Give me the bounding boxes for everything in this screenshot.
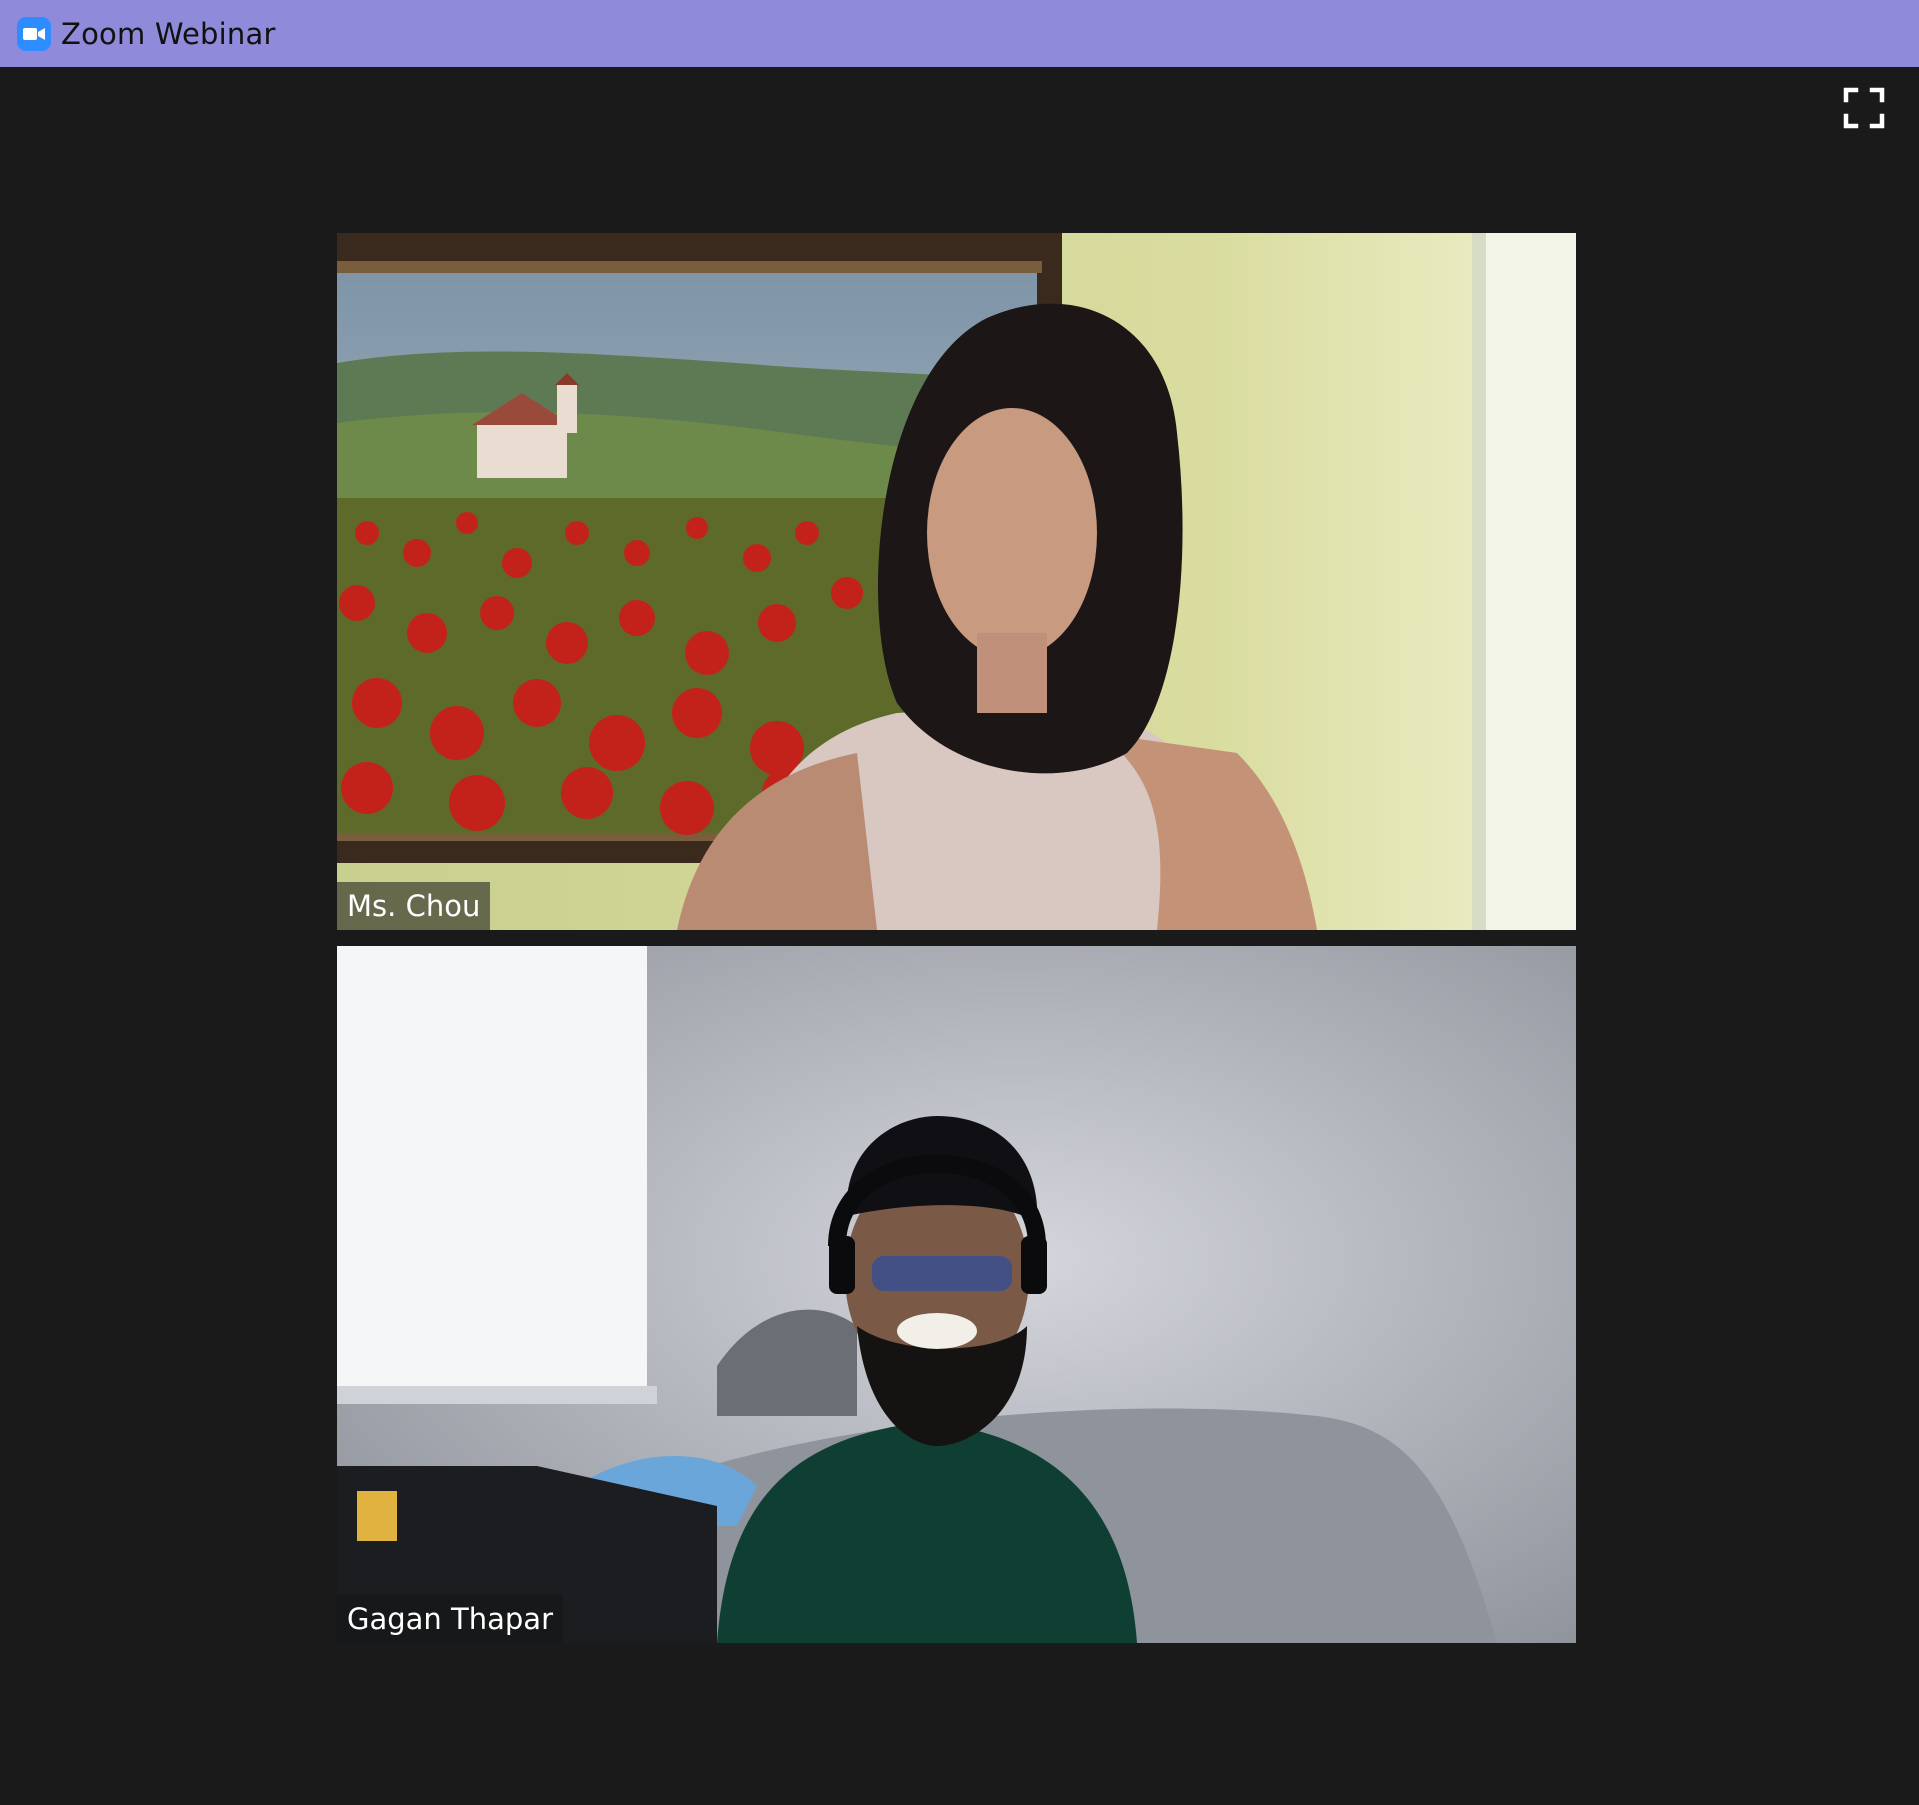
zoom-camera-icon — [17, 16, 51, 51]
fullscreen-icon — [1843, 87, 1885, 129]
participant-video-feed — [337, 233, 1576, 930]
window-title: Zoom Webinar — [61, 16, 276, 51]
participant-video-tile[interactable]: Gagan Thapar — [337, 946, 1576, 1643]
title-bar: Zoom Webinar — [0, 0, 1919, 67]
fullscreen-button[interactable] — [1842, 86, 1886, 130]
participant-name-tag: Ms. Chou — [337, 882, 491, 930]
participant-video-feed — [337, 946, 1576, 1643]
participant-video-tile[interactable]: Ms. Chou — [337, 233, 1576, 930]
participant-name-tag: Gagan Thapar — [337, 1595, 563, 1643]
